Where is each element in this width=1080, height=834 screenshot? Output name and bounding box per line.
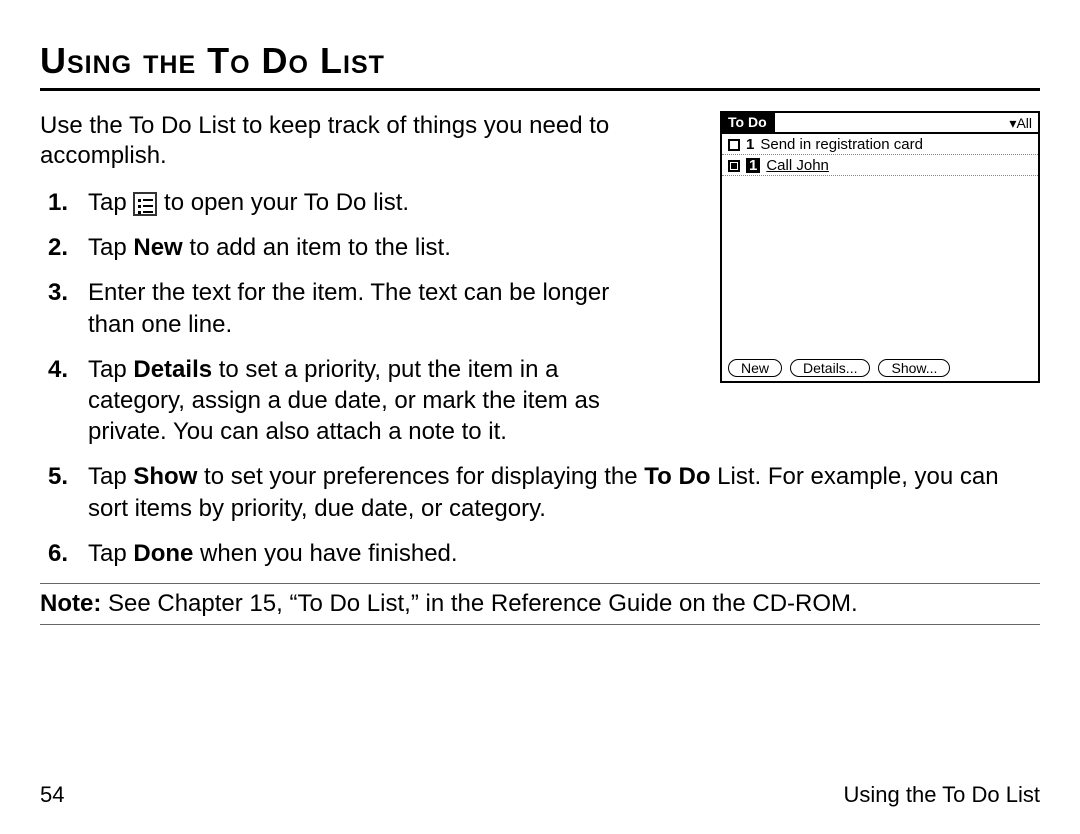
step-2: Tap New to add an item to the list.	[40, 232, 640, 263]
todo-screenshot: To Do All 1 Send in registration card 1 …	[720, 111, 1040, 383]
todo-app-icon	[133, 192, 157, 216]
intro-paragraph: Use the To Do List to keep track of thin…	[40, 111, 630, 171]
device-title: To Do	[722, 113, 775, 132]
section-heading: Using the To Do List	[40, 40, 1040, 91]
show-button[interactable]: Show...	[878, 359, 950, 377]
todo-item[interactable]: 1 Send in registration card	[722, 134, 1038, 155]
step-3: Enter the text for the item. The text ca…	[40, 277, 640, 339]
checkbox-icon[interactable]	[728, 139, 740, 151]
note-section: Note: See Chapter 15, “To Do List,” in t…	[40, 583, 1040, 625]
checkbox-icon[interactable]	[728, 160, 740, 172]
new-button[interactable]: New	[728, 359, 782, 377]
footer-section-title: Using the To Do List	[844, 782, 1040, 808]
todo-text: Send in registration card	[760, 137, 1032, 152]
todo-item[interactable]: 1 Call John	[722, 155, 1038, 176]
todo-text: Call John	[766, 158, 1032, 173]
priority-number: 1	[746, 137, 754, 152]
step-4: Tap Details to set a priority, put the i…	[40, 354, 640, 448]
device-list: 1 Send in registration card 1 Call John	[722, 134, 1038, 354]
priority-number: 1	[746, 158, 760, 173]
details-button[interactable]: Details...	[790, 359, 870, 377]
step-6: Tap Done when you have finished.	[40, 538, 1040, 569]
note-label: Note:	[40, 590, 101, 617]
page-number: 54	[40, 782, 64, 808]
note-text: See Chapter 15, “To Do List,” in the Ref…	[101, 590, 857, 617]
step-1: Tap to open your To Do list.	[40, 187, 640, 218]
step-5: Tap Show to set your preferences for dis…	[40, 461, 1040, 523]
device-category-filter[interactable]: All	[1003, 114, 1038, 132]
